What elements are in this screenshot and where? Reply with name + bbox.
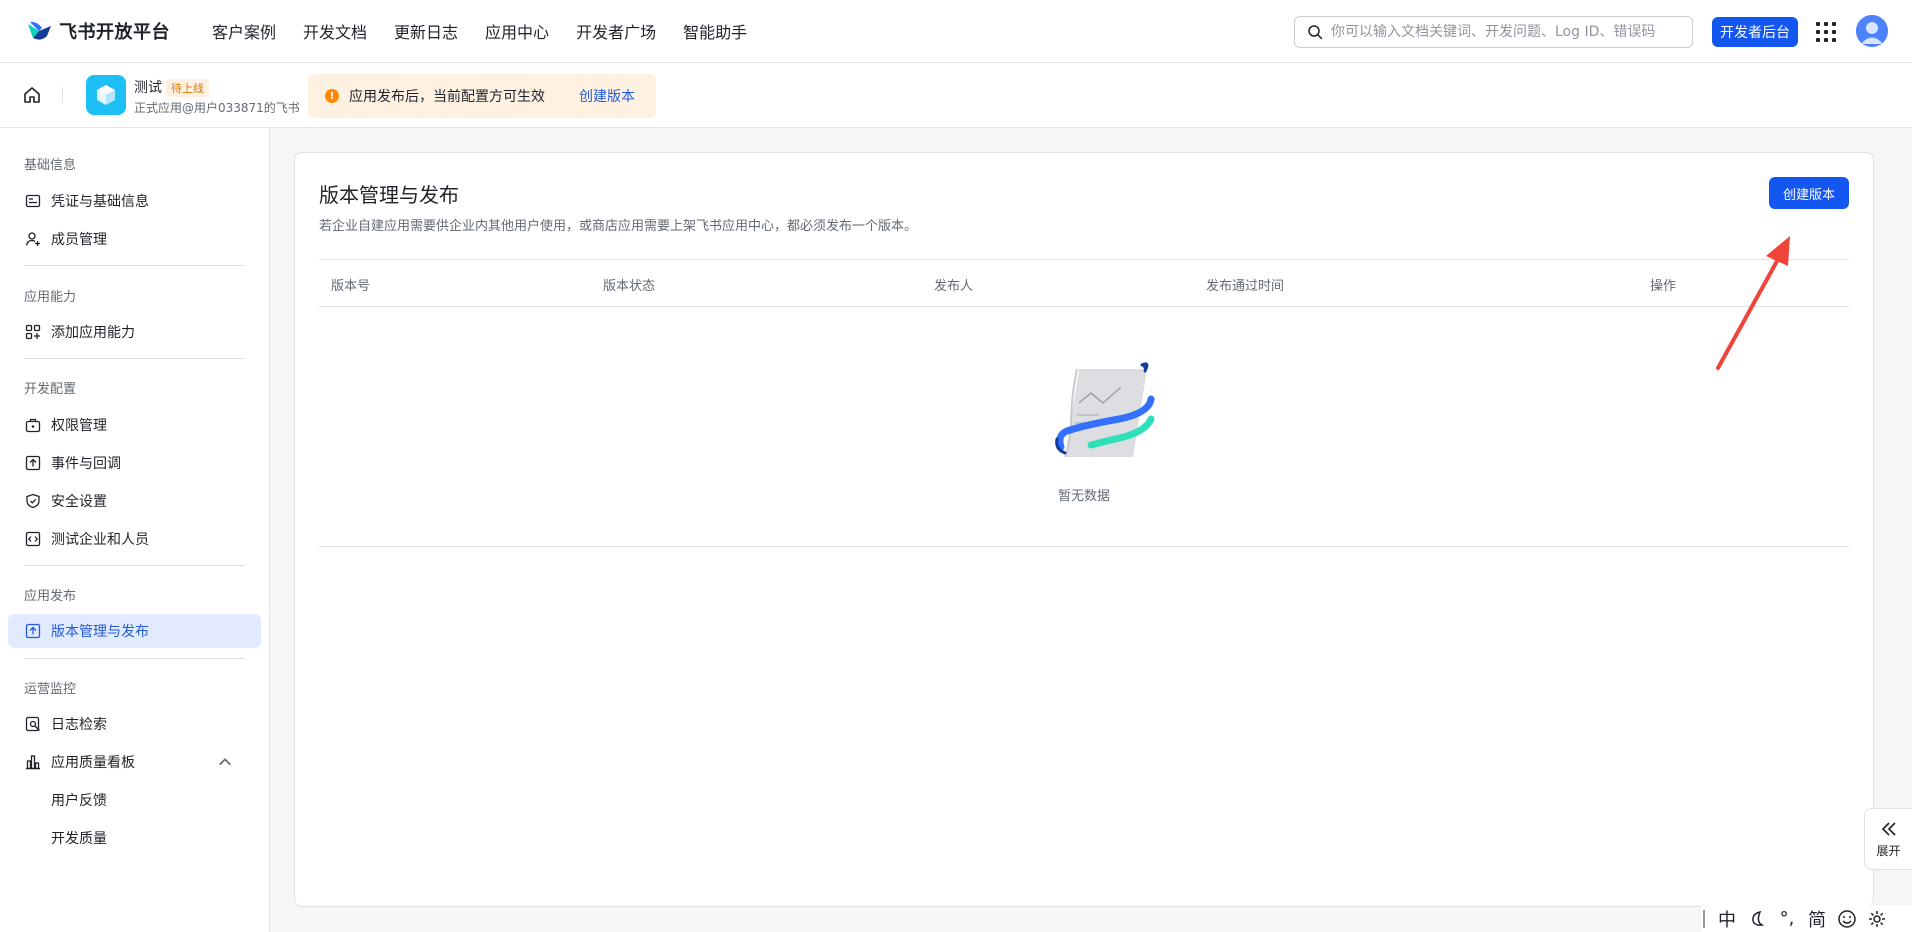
ime-drag-handle[interactable] xyxy=(1703,909,1705,928)
divider xyxy=(62,87,63,103)
sidebar-item-label: 安全设置 xyxy=(51,494,107,510)
avatar[interactable] xyxy=(1856,15,1888,47)
sidebar-divider xyxy=(24,658,245,659)
logo[interactable]: 飞书开放平台 xyxy=(25,18,170,44)
notice-create-version-link[interactable]: 创建版本 xyxy=(579,86,635,106)
sidebar-section-release: 应用发布 xyxy=(24,589,77,604)
column-header-actions: 操作 xyxy=(1650,279,1677,294)
sidebar-divider xyxy=(24,358,245,359)
sidebar-item-quality-board[interactable]: 应用质量看板 xyxy=(8,745,261,779)
warning-icon: ! xyxy=(325,89,339,103)
status-badge: 待上线 xyxy=(166,79,209,97)
empty-state: 暂无数据 xyxy=(319,307,1849,547)
sidebar-section-capability: 应用能力 xyxy=(24,290,77,305)
sidebar-section-dev-config: 开发配置 xyxy=(24,382,77,397)
upload-box-icon xyxy=(25,623,41,639)
chevron-up-icon[interactable] xyxy=(217,754,233,770)
sidebar-item-label: 版本管理与发布 xyxy=(51,624,149,640)
apps-add-icon xyxy=(25,324,41,340)
user-add-icon xyxy=(25,232,40,246)
sidebar-divider xyxy=(24,565,245,566)
logo-text: 飞书开放平台 xyxy=(59,22,170,43)
log-search-icon xyxy=(25,716,40,732)
nav-link-app-center[interactable]: 应用中心 xyxy=(485,19,549,43)
table-header: 版本号 版本状态 发布人 发布通过时间 操作 xyxy=(319,259,1849,307)
id-card-icon xyxy=(25,194,41,208)
ime-toolbar: 中 °, 简 xyxy=(1701,905,1912,932)
sidebar-item-label: 权限管理 xyxy=(51,418,107,434)
sidebar-subitem-dev-quality[interactable]: 开发质量 xyxy=(8,821,261,855)
nav-link-docs[interactable]: 开发文档 xyxy=(303,19,367,43)
sidebar-item-events[interactable]: 事件与回调 xyxy=(8,446,261,480)
moon-icon[interactable] xyxy=(1747,908,1767,929)
sidebar-item-permissions[interactable]: 权限管理 xyxy=(8,408,261,442)
cube-icon xyxy=(97,85,115,105)
event-callback-icon xyxy=(25,455,41,471)
home-icon[interactable] xyxy=(22,85,42,105)
create-version-button[interactable]: 创建版本 xyxy=(1769,177,1849,209)
sidebar-section-ops: 运营监控 xyxy=(24,682,77,697)
shield-icon xyxy=(26,493,40,509)
user-avatar-icon xyxy=(1856,15,1888,47)
settings-gear-icon[interactable] xyxy=(1867,908,1887,929)
nav-links: 客户案例 开发文档 更新日志 应用中心 开发者广场 智能助手 xyxy=(212,19,774,43)
apps-grid-icon[interactable] xyxy=(1816,22,1836,42)
app-icon xyxy=(86,75,126,115)
sidebar-item-label: 添加应用能力 xyxy=(51,325,135,341)
app-subtitle: 正式应用@用户033871的飞书 xyxy=(134,101,300,115)
app-name: 测试 xyxy=(134,80,162,96)
nav-link-dev-square[interactable]: 开发者广场 xyxy=(576,19,656,43)
page-title: 版本管理与发布 xyxy=(319,183,459,207)
ime-punctuation-mode[interactable]: °, xyxy=(1777,908,1797,929)
sidebar-subitem-feedback[interactable]: 用户反馈 xyxy=(8,783,261,817)
sidebar-item-add-capability[interactable]: 添加应用能力 xyxy=(8,315,261,349)
sidebar-item-log-search[interactable]: 日志检索 xyxy=(8,707,261,741)
publish-notice: ! 应用发布后，当前配置方可生效 创建版本 xyxy=(308,74,656,118)
sidebar-item-label: 凭证与基础信息 xyxy=(51,194,149,210)
code-box-icon xyxy=(25,531,41,547)
sidebar-item-security[interactable]: 安全设置 xyxy=(8,484,261,518)
arrow-annotation-icon xyxy=(1716,236,1790,370)
sidebar-item-label: 应用质量看板 xyxy=(51,755,135,771)
sidebar: 基础信息 凭证与基础信息 成员管理 应用能力 添加应用能力 开发配置 权限管理 … xyxy=(0,128,270,932)
bar-chart-icon xyxy=(26,755,40,770)
column-header-publisher: 发布人 xyxy=(934,279,974,294)
feishu-logo-icon xyxy=(28,21,51,40)
empty-document-illustration xyxy=(1055,362,1155,458)
sidebar-item-version-release[interactable]: 版本管理与发布 xyxy=(8,614,261,648)
column-header-approved-time: 发布通过时间 xyxy=(1206,279,1285,294)
nav-link-changelog[interactable]: 更新日志 xyxy=(394,19,458,43)
nav-link-cases[interactable]: 客户案例 xyxy=(212,19,276,43)
page-description: 若企业自建应用需要供企业内其他用户使用，或商店应用需要上架飞书应用中心，都必须发… xyxy=(319,219,918,234)
sidebar-item-label: 日志检索 xyxy=(51,717,107,733)
sidebar-item-members[interactable]: 成员管理 xyxy=(8,222,261,256)
sidebar-item-label: 事件与回调 xyxy=(51,456,121,472)
sidebar-item-label: 测试企业和人员 xyxy=(51,532,149,548)
sidebar-item-credentials[interactable]: 凭证与基础信息 xyxy=(8,184,261,218)
nav-link-assistant[interactable]: 智能助手 xyxy=(683,19,747,43)
notice-text: 应用发布后，当前配置方可生效 xyxy=(349,89,545,105)
ime-chinese-mode[interactable]: 中 xyxy=(1717,906,1737,932)
expand-label: 展开 xyxy=(1876,843,1901,858)
sidebar-item-test-tenant[interactable]: 测试企业和人员 xyxy=(8,522,261,556)
sidebar-divider xyxy=(24,265,245,266)
double-chevron-left-icon xyxy=(1881,821,1896,836)
developer-console-button[interactable]: 开发者后台 xyxy=(1712,17,1798,47)
app-header: 测试 待上线 正式应用@用户033871的飞书 ! 应用发布后，当前配置方可生效… xyxy=(0,63,1912,128)
search-box[interactable] xyxy=(1294,16,1693,48)
ime-simplified-mode[interactable]: 简 xyxy=(1807,906,1827,932)
sidebar-item-label: 成员管理 xyxy=(51,232,107,248)
briefcase-lock-icon xyxy=(25,418,41,433)
column-header-status: 版本状态 xyxy=(603,279,656,294)
column-header-version: 版本号 xyxy=(331,279,371,294)
empty-text: 暂无数据 xyxy=(1057,489,1110,504)
expand-panel-tab[interactable]: 展开 xyxy=(1864,808,1912,870)
version-management-card: 版本管理与发布 若企业自建应用需要供企业内其他用户使用，或商店应用需要上架飞书应… xyxy=(294,152,1874,907)
smiley-icon[interactable] xyxy=(1837,908,1857,929)
sidebar-section-basic: 基础信息 xyxy=(24,158,77,173)
search-icon xyxy=(1308,25,1323,40)
search-input[interactable] xyxy=(1331,24,1671,40)
